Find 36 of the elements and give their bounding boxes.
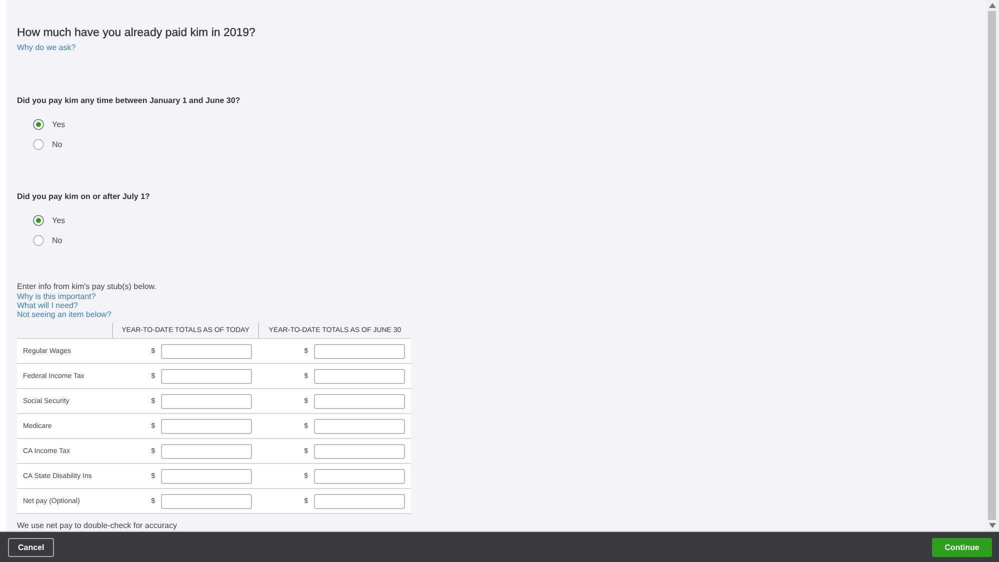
radio-icon[interactable] xyxy=(33,139,44,150)
cancel-button[interactable]: Cancel xyxy=(8,538,54,556)
amount-field[interactable] xyxy=(314,494,405,508)
question-label: Did you pay kim on or after July 1? xyxy=(17,192,150,201)
amount-field[interactable] xyxy=(161,494,252,508)
radio-option[interactable]: No xyxy=(33,235,62,246)
scroll-up-icon[interactable] xyxy=(988,3,996,8)
question-label: Did you pay kim any time between January 1 and June 30? xyxy=(17,96,240,105)
help-link[interactable]: Why do we ask? xyxy=(17,43,76,52)
help-link[interactable]: Not seeing an item below? xyxy=(17,310,112,319)
amount-field[interactable] xyxy=(314,368,405,384)
help-link[interactable]: What will I need? xyxy=(17,301,78,310)
amount-field[interactable] xyxy=(161,344,252,358)
scrollbar-thumb[interactable] xyxy=(988,11,996,520)
amount-field[interactable] xyxy=(314,444,405,458)
help-link[interactable]: Why is this important? xyxy=(17,292,96,301)
amount-field[interactable] xyxy=(161,468,252,484)
scroll-down-icon[interactable] xyxy=(988,523,996,528)
instruction-text: Enter info from kim's pay stub(s) below. xyxy=(17,282,158,292)
radio-icon[interactable] xyxy=(33,235,44,246)
amount-field[interactable] xyxy=(161,444,252,458)
scrollbar[interactable] xyxy=(985,0,999,531)
amount-field[interactable] xyxy=(161,418,252,434)
radio-option[interactable]: No xyxy=(33,139,62,150)
amount-field[interactable] xyxy=(161,394,252,408)
amount-field[interactable] xyxy=(314,418,405,434)
note-text: We use net pay to double-check for accuracy xyxy=(17,521,178,530)
amount-field[interactable] xyxy=(161,368,252,384)
amount-field[interactable] xyxy=(314,344,405,358)
radio-icon[interactable] xyxy=(33,119,44,130)
radio-icon[interactable] xyxy=(33,215,44,226)
radio-option[interactable]: Yes xyxy=(33,215,66,226)
page-title: How much have you already paid kim in 2019? xyxy=(17,27,256,39)
amount-field[interactable] xyxy=(314,468,405,484)
radio-option[interactable]: Yes xyxy=(33,119,66,130)
amount-field[interactable] xyxy=(314,394,405,408)
